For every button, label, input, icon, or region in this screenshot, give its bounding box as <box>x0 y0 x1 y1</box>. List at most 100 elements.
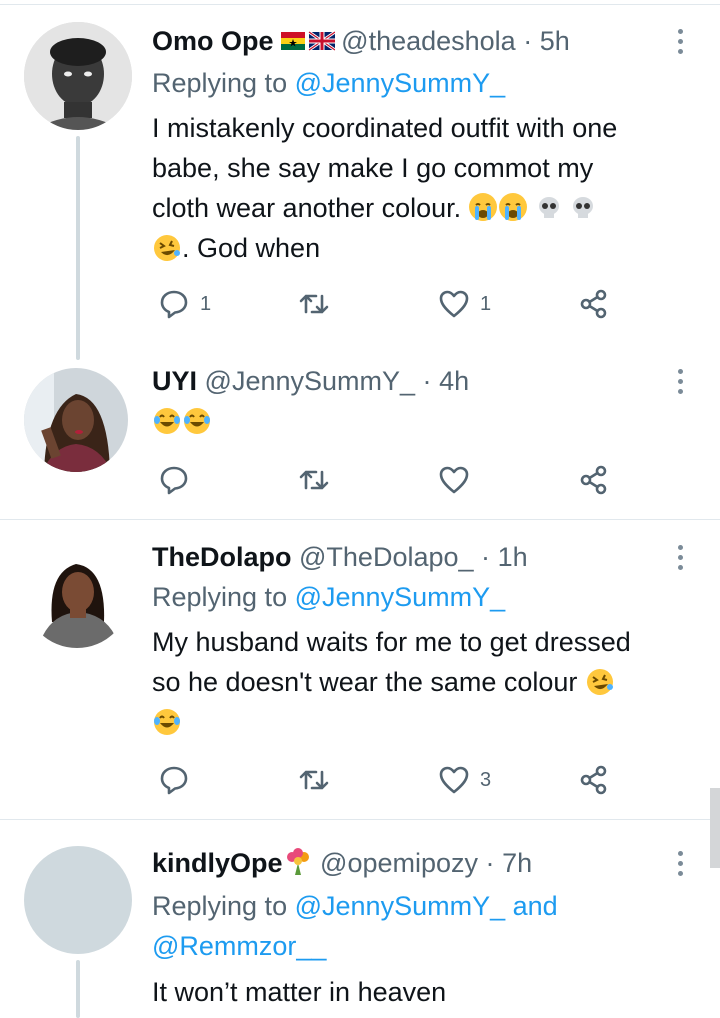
text-segment: cloth wear another colour. <box>152 193 462 223</box>
reply-icon <box>160 466 188 495</box>
replying-prefix: Replying to <box>152 68 288 98</box>
reply-icon <box>160 290 188 319</box>
timestamp[interactable]: 5h <box>540 26 570 56</box>
like-count: 1 <box>480 292 492 315</box>
mention-link[interactable]: @JennySummY_ <box>295 582 506 612</box>
like-icon <box>439 766 469 794</box>
mention-link[interactable]: @JennySummY_ <box>295 68 506 98</box>
handle[interactable]: @opemipozy <box>320 848 478 878</box>
handle[interactable]: @TheDolapo_ <box>299 542 474 572</box>
action-bar: 3 <box>152 760 632 800</box>
text-line: My husband waits for me to get dressed <box>152 627 631 657</box>
tweet-header: TheDolapo @TheDolapo_ · 1h <box>152 540 528 574</box>
retweet-icon <box>299 470 329 490</box>
skull-icon <box>536 193 562 223</box>
more-icon[interactable] <box>668 540 692 574</box>
flags <box>281 30 341 55</box>
crying-face-icon <box>498 193 527 221</box>
like-button[interactable]: 1 <box>438 284 491 324</box>
text-segment: so he doesn't wear the same colour <box>152 667 578 697</box>
separator: · <box>422 366 432 396</box>
like-button[interactable] <box>438 460 470 500</box>
separator: · <box>523 26 533 56</box>
replying-to: Replying to @JennySummY_ <box>152 64 505 102</box>
text-line <box>152 702 702 742</box>
replying-to: Replying to @JennySummY_ and @Remmzor__ <box>152 886 558 966</box>
replying-prefix: Replying to <box>152 891 288 921</box>
retweet-button[interactable] <box>298 460 330 500</box>
separator: · <box>481 542 491 572</box>
crying-face-icon <box>468 193 497 221</box>
like-icon <box>439 466 469 494</box>
avatar[interactable] <box>24 368 128 472</box>
thread-line <box>76 136 80 360</box>
tweet-uyi[interactable]: UYI @JennySummY_ · 4h <box>0 360 720 520</box>
text-line: so he doesn't wear the same colour <box>152 662 702 702</box>
divider <box>0 4 720 5</box>
display-name[interactable]: Omo Ope <box>152 26 274 56</box>
reply-button[interactable] <box>158 760 190 800</box>
skull-icon <box>570 193 596 223</box>
avatar[interactable] <box>24 542 130 648</box>
tweet-kindlyope[interactable]: kindlyOpe @opemipozy · 7h Replying to @J… <box>0 820 720 1018</box>
tweet-text: It won’t matter in heaven <box>152 972 702 1012</box>
rofl-icon <box>585 667 615 697</box>
joy-icon <box>152 707 182 737</box>
tweet-header: kindlyOpe @opemipozy · 7h <box>152 846 532 880</box>
retweet-button[interactable] <box>298 284 330 324</box>
share-button[interactable] <box>578 460 610 500</box>
retweet-icon <box>299 294 329 314</box>
like-icon <box>439 290 469 318</box>
handle[interactable]: @JennySummY_ <box>205 366 416 396</box>
timestamp[interactable]: 7h <box>502 848 532 878</box>
tweet-text <box>152 406 702 447</box>
share-icon <box>580 765 607 795</box>
more-icon[interactable] <box>668 846 692 880</box>
share-icon <box>580 465 607 495</box>
reply-button[interactable]: 1 <box>158 284 211 324</box>
like-button[interactable]: 3 <box>438 760 491 800</box>
display-name[interactable]: TheDolapo <box>152 542 292 572</box>
handle[interactable]: @theadeshola <box>341 26 516 56</box>
thread-line <box>76 960 80 1018</box>
display-name[interactable]: UYI <box>152 366 197 396</box>
more-icon[interactable] <box>668 24 692 58</box>
action-bar <box>152 460 632 500</box>
text-line: babe, she say make I go commot my <box>152 153 594 183</box>
avatar[interactable] <box>24 846 132 954</box>
retweet-button[interactable] <box>298 760 330 800</box>
separator: · <box>485 848 495 878</box>
like-count: 3 <box>480 768 492 791</box>
share-icon <box>580 289 607 319</box>
replying-and[interactable]: and <box>513 891 558 921</box>
tweet-thedolapo[interactable]: TheDolapo @TheDolapo_ · 1h Replying to @… <box>0 520 720 820</box>
bouquet-icon <box>283 848 313 878</box>
action-bar: 1 1 <box>152 284 632 324</box>
text-line: I mistakenly coordinated outfit with one <box>152 113 618 143</box>
text-line: . God when <box>152 228 702 268</box>
retweet-icon <box>299 770 329 790</box>
display-name[interactable]: kindlyOpe <box>152 848 283 878</box>
timestamp[interactable]: 4h <box>439 366 469 396</box>
share-button[interactable] <box>578 760 610 800</box>
tweet-omo-ope[interactable]: Omo Ope @theadeshola · 5h Replying to @J… <box>0 0 720 360</box>
joy-icon <box>152 408 182 442</box>
text-segment: . God when <box>182 233 321 263</box>
text-line: It won’t matter in heaven <box>152 977 447 1007</box>
text-line: cloth wear another colour. <box>152 188 702 228</box>
joy-icon <box>182 408 212 442</box>
rofl-icon <box>152 233 182 263</box>
reply-count: 1 <box>200 292 212 315</box>
share-button[interactable] <box>578 284 610 324</box>
reply-button[interactable] <box>158 460 190 500</box>
reply-icon <box>160 766 188 795</box>
avatar[interactable] <box>24 22 132 130</box>
mention-link[interactable]: @Remmzor__ <box>152 931 326 961</box>
tweet-header: Omo Ope @theadeshola · 5h <box>152 24 570 60</box>
more-icon[interactable] <box>668 364 692 398</box>
mention-link[interactable]: @JennySummY_ <box>295 891 506 921</box>
replying-prefix: Replying to <box>152 582 288 612</box>
tweet-header: UYI @JennySummY_ · 4h <box>152 364 469 398</box>
tweet-text: My husband waits for me to get dressed s… <box>152 622 702 742</box>
timestamp[interactable]: 1h <box>498 542 528 572</box>
